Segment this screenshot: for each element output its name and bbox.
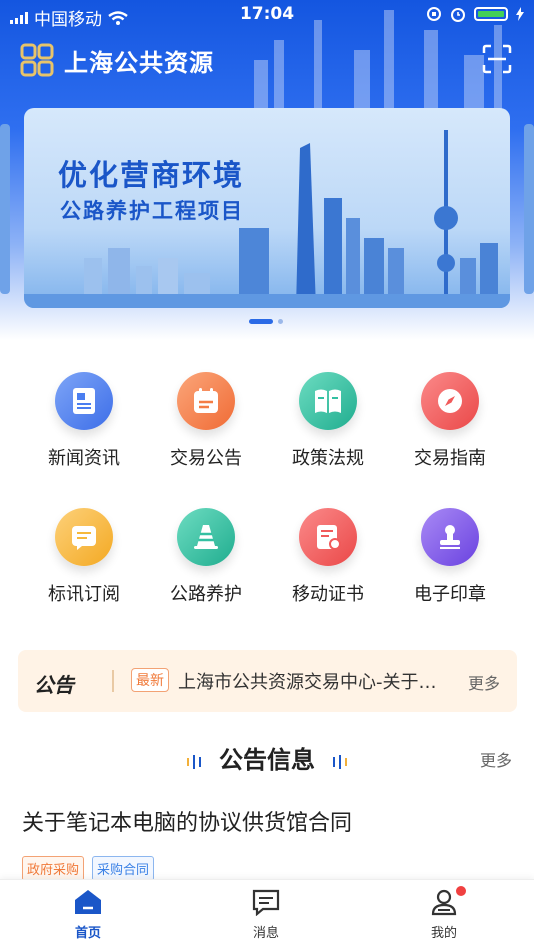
menu-item-subscribe[interactable]: 标讯订阅 xyxy=(23,508,145,606)
menu-item-policy[interactable]: 政策法规 xyxy=(267,372,389,470)
scan-icon[interactable] xyxy=(482,44,512,74)
notice-more-link[interactable]: 更多 xyxy=(468,670,500,694)
tag-chip: 采购合同 xyxy=(92,856,155,881)
compass-icon xyxy=(421,372,479,430)
banner-next-peek xyxy=(524,124,534,294)
menu-item-label: 交易指南 xyxy=(414,448,486,469)
home-icon xyxy=(75,890,101,914)
notice-bar[interactable]: 公告 最新 上海市公共资源交易中心-关于… 更多 xyxy=(18,650,517,712)
menu-item-label: 政策法规 xyxy=(292,448,364,469)
tab-profile[interactable]: 我的 xyxy=(404,886,484,941)
tag-chip: 政府采购 xyxy=(22,856,85,881)
menu-item-label: 移动证书 xyxy=(292,584,364,605)
menu-item-seal[interactable]: 电子印章 xyxy=(389,508,511,606)
message-icon xyxy=(252,889,280,917)
app-title: 上海公共资源 xyxy=(64,48,214,77)
menu-item-label: 交易公告 xyxy=(170,448,242,469)
notice-text[interactable]: 上海市公共资源交易中心-关于… xyxy=(178,668,478,694)
title-decoration-right xyxy=(331,747,349,775)
charging-icon xyxy=(516,7,524,21)
banner-headline: 优化营商环境 xyxy=(58,158,245,192)
notice-divider xyxy=(112,670,114,692)
profile-icon xyxy=(431,889,457,916)
menu-item-news[interactable]: 新闻资讯 xyxy=(23,372,145,470)
app-titlebar: 上海公共资源 xyxy=(20,42,214,78)
promo-banner[interactable]: 优化营商环境 公路养护工程项目 xyxy=(24,108,510,308)
banner-subline: 公路养护工程项目 xyxy=(60,199,244,223)
tab-label: 我的 xyxy=(430,926,457,941)
alarm-icon xyxy=(451,8,465,22)
news-icon xyxy=(55,372,113,430)
menu-item-label: 新闻资讯 xyxy=(48,448,120,469)
section-more-link[interactable]: 更多 xyxy=(480,747,512,771)
road-cone-icon xyxy=(177,508,235,566)
article-tags: 政府采购 采购合同 xyxy=(22,856,155,881)
notification-dot xyxy=(456,886,466,896)
subscribe-icon xyxy=(55,508,113,566)
menu-item-label: 标讯订阅 xyxy=(48,584,120,605)
menu-item-label: 电子印章 xyxy=(414,584,486,605)
tab-label: 首页 xyxy=(74,926,101,941)
section-title: 公告信息 xyxy=(219,746,315,774)
section-header: 公告信息 xyxy=(0,740,534,775)
tab-home[interactable]: 首页 xyxy=(48,888,128,941)
notice-tag: 公告 xyxy=(34,673,74,697)
tab-messages[interactable]: 消息 xyxy=(226,888,306,941)
seal-icon xyxy=(421,508,479,566)
menu-item-road[interactable]: 公路养护 xyxy=(145,508,267,606)
carousel-dot xyxy=(278,319,283,324)
status-bar: 中国移动 17:04 xyxy=(0,0,534,30)
rotation-lock-icon xyxy=(427,7,441,21)
battery-icon xyxy=(474,7,508,21)
menu-item-announcement[interactable]: 交易公告 xyxy=(145,372,267,470)
bottom-tab-bar: 首页 消息 我的 xyxy=(0,879,534,951)
tab-label: 消息 xyxy=(252,926,279,941)
menu-item-guide[interactable]: 交易指南 xyxy=(389,372,511,470)
carousel-dot-active xyxy=(249,319,273,324)
menu-item-certificate[interactable]: 移动证书 xyxy=(267,508,389,606)
menu-item-label: 公路养护 xyxy=(170,584,242,605)
title-decoration-left xyxy=(185,747,203,775)
notice-new-badge: 最新 xyxy=(131,668,169,692)
logo-icon xyxy=(20,43,54,77)
article-title[interactable]: 关于笔记本电脑的协议供货馆合同 xyxy=(22,805,352,837)
banner-prev-peek xyxy=(0,124,10,294)
book-icon xyxy=(299,372,357,430)
certificate-icon xyxy=(299,508,357,566)
calendar-icon xyxy=(177,372,235,430)
carousel-indicator xyxy=(249,319,283,324)
